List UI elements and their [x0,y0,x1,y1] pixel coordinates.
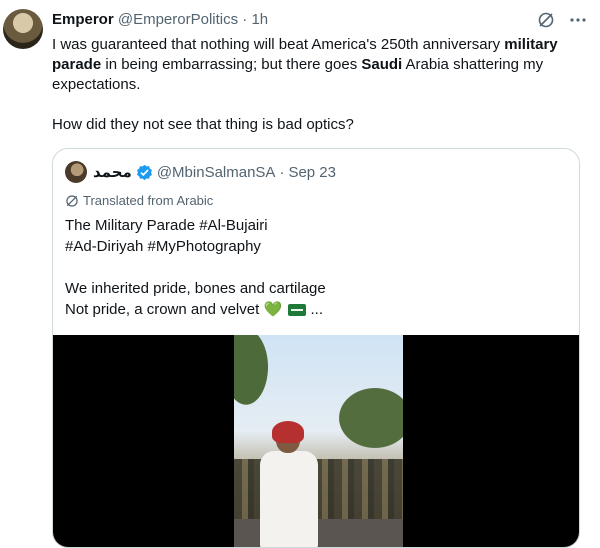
quote-date[interactable]: Sep 23 [288,164,336,181]
green-heart-emoji: 💚 [263,301,283,318]
tweet-time[interactable]: 1h [251,11,268,28]
text-bold: Saudi [361,56,403,73]
quote-line: #Ad-Diriyah #MyPhotography [65,238,261,255]
grok-slash-icon[interactable] [536,10,556,30]
author-handle[interactable]: @EmperorPolitics [118,11,238,28]
quote-avatar[interactable] [65,161,87,183]
quote-line-with-emoji: Not pride, a crown and velvet 💚 ... [65,299,565,320]
red-ghutra [272,421,304,443]
tweet[interactable]: Emperor @EmperorPolitics · 1h I was guar… [0,0,600,548]
quote-header: محمد @MbinSalmanSA · Sep 23 [65,161,336,183]
more-dots-icon[interactable] [568,10,588,30]
translated-label[interactable]: Translated from Arabic [65,193,213,208]
saudi-flag-icon [288,304,307,317]
author-name[interactable]: Emperor [52,11,114,28]
quote-text: The Military Parade #Al-Bujairi #Ad-Diri… [65,215,565,320]
tweet-text: I was guaranteed that nothing will beat … [52,35,572,135]
tweet-paragraph-1: I was guaranteed that nothing will beat … [52,35,572,95]
quoted-tweet[interactable]: محمد @MbinSalmanSA · Sep 23 Translated f… [52,148,580,548]
ellipsis: ... [310,301,323,318]
quote-line: The Military Parade #Al-Bujairi [65,217,268,234]
translate-icon [66,194,78,207]
tweet-actions [536,10,588,30]
tree-foliage [333,383,403,453]
verified-badge-icon [136,164,153,181]
separator: · [279,163,285,181]
text-segment: I was guaranteed that nothing will beat … [52,36,505,53]
tweet-header: Emperor @EmperorPolitics · 1h [52,11,268,28]
separator: · [242,11,248,28]
translated-text: Translated from Arabic [83,193,214,208]
parade-photo[interactable] [234,335,403,547]
avatar[interactable] [3,9,43,49]
man-in-thobe [256,421,322,547]
quote-media[interactable] [53,335,579,547]
quote-author-handle[interactable]: @MbinSalmanSA [157,164,276,181]
tweet-paragraph-2: How did they not see that thing is bad o… [52,116,354,133]
quote-line: We inherited pride, bones and cartilage [65,280,326,297]
tree-foliage [234,335,274,415]
text-segment: in being embarrassing; but there goes [101,56,362,73]
quote-author-name[interactable]: محمد [93,163,132,181]
quote-line-text: Not pride, a crown and velvet [65,301,260,318]
white-robe [260,451,318,547]
